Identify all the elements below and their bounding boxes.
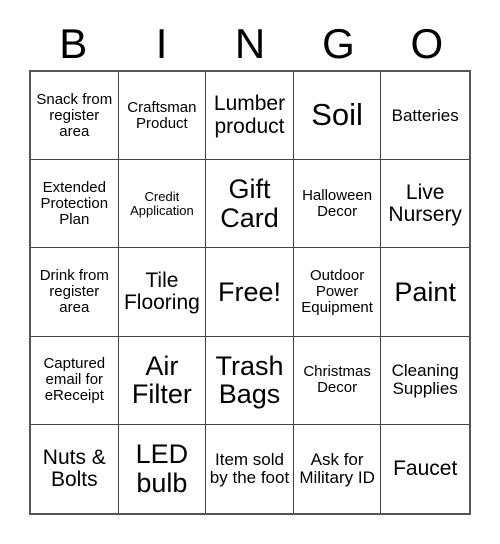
bingo-cell-r1-c2[interactable]: Craftsman Product: [118, 72, 207, 161]
bingo-cell-r2-c4[interactable]: Halloween Decor: [293, 160, 382, 249]
bingo-cell-r4-c1[interactable]: Captured email for eReceipt: [31, 336, 119, 425]
bingo-cell-label: Air Filter: [131, 350, 192, 410]
bingo-cell-r4-c4[interactable]: Christmas Decor: [293, 336, 382, 425]
bingo-cell-r1-c5[interactable]: Batteries: [381, 72, 469, 161]
bingo-cell-label: Nuts & Bolts: [42, 445, 106, 491]
bingo-grid: Snack from register area Craftsman Produc…: [29, 70, 471, 515]
bingo-cell-label: Halloween Decor: [302, 186, 373, 220]
bingo-cell-label: Batteries: [391, 105, 459, 125]
bingo-header: BINGO: [29, 18, 471, 70]
bingo-cell-r3-c2[interactable]: Tile Flooring: [118, 248, 207, 337]
bingo-free-space-cell[interactable]: Free!: [206, 248, 294, 337]
bingo-cell-label: Paint: [394, 276, 456, 307]
bingo-cell-label: Snack from register area: [36, 90, 113, 140]
bingo-cell-label: Item sold by the foot: [209, 449, 290, 487]
bingo-cell-r5-c4[interactable]: Ask for Military ID: [293, 424, 382, 513]
bingo-cell-label: Gift Card: [220, 174, 279, 233]
bingo-cell-r1-c3[interactable]: Lumber product: [206, 72, 294, 161]
bingo-cell-label: Craftsman Product: [127, 98, 197, 132]
bingo-cell-label: Free!: [217, 276, 281, 307]
bingo-cell-label: Ask for Military ID: [299, 449, 375, 487]
bingo-cell-label: Lumber product: [213, 92, 286, 138]
bingo-cell-r1-c1[interactable]: Snack from register area: [31, 72, 119, 161]
bingo-cell-label: Trash Bags: [215, 350, 284, 410]
bingo-cell-r4-c5[interactable]: Cleaning Supplies: [381, 336, 469, 425]
bingo-cell-r5-c2[interactable]: LED bulb: [118, 424, 207, 513]
bingo-cell-r5-c3[interactable]: Item sold by the foot: [206, 424, 294, 513]
bingo-cell-label: Drink from register area: [39, 267, 109, 316]
bingo-cell-r2-c5[interactable]: Live Nursery: [381, 160, 469, 249]
bingo-cell-r4-c3[interactable]: Trash Bags: [206, 336, 294, 425]
bingo-cell-r2-c2[interactable]: Credit Application: [118, 160, 207, 249]
bingo-cell-r3-c4[interactable]: Outdoor Power Equipment: [293, 248, 382, 337]
bingo-cell-label: Live Nursery: [388, 180, 462, 226]
bingo-cell-r3-c5[interactable]: Paint: [381, 248, 469, 337]
bingo-cell-label: Cleaning Supplies: [391, 361, 459, 399]
bingo-cell-label: Faucet: [393, 456, 458, 480]
bingo-cell-r4-c2[interactable]: Air Filter: [118, 336, 207, 425]
bingo-cell-label: Christmas Decor: [303, 363, 371, 397]
bingo-cell-label: LED bulb: [135, 439, 189, 498]
bingo-header-letter-o: O: [410, 20, 444, 67]
bingo-cell-label: Credit Application: [130, 189, 194, 218]
bingo-cell-r5-c5[interactable]: Faucet: [381, 424, 469, 513]
bingo-header-letter-i: I: [155, 20, 168, 67]
bingo-cell-r2-c3[interactable]: Gift Card: [206, 160, 294, 249]
bingo-cell-r1-c4[interactable]: Soil: [293, 72, 382, 161]
bingo-cell-label: Captured email for eReceipt: [43, 355, 106, 405]
bingo-cell-label: Soil: [311, 97, 363, 133]
bingo-cell-label: Tile Flooring: [123, 268, 200, 314]
bingo-header-letter-g: G: [322, 20, 355, 67]
bingo-header-letter-b: B: [59, 20, 88, 67]
bingo-cell-r5-c1[interactable]: Nuts & Bolts: [31, 424, 119, 513]
bingo-cell-r2-c1[interactable]: Extended Protection Plan: [31, 160, 119, 249]
bingo-cell-r3-c1[interactable]: Drink from register area: [31, 248, 119, 337]
bingo-card: B I N G O Snack from register area Craftsman …: [0, 0, 500, 544]
bingo-cell-label: Outdoor Power Equipment: [301, 267, 373, 316]
bingo-cell-label: Extended Protection Plan: [40, 178, 109, 228]
bingo-header-letter-n: N: [234, 20, 266, 67]
